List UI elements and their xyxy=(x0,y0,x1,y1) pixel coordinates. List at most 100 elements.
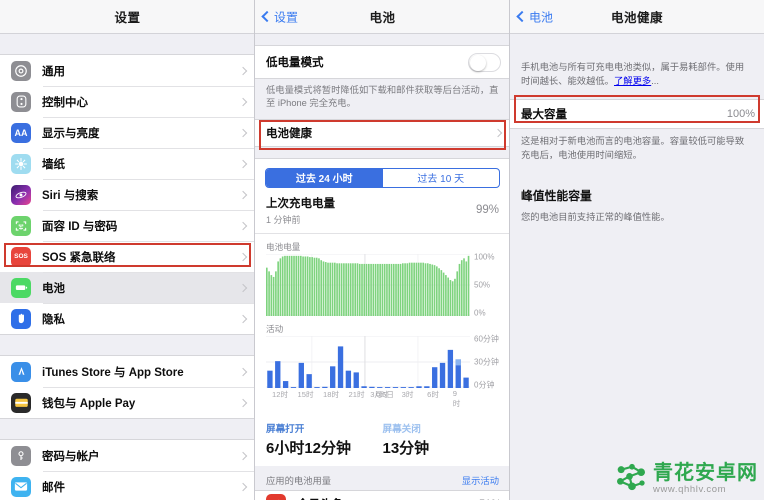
chevron-right-icon xyxy=(238,283,248,292)
apps-list: 头条 今日头条 51% xyxy=(255,489,510,500)
tab-last-10-days[interactable]: 过去 10 天 xyxy=(383,169,500,187)
sidebar-item-privacy[interactable]: 隐私 xyxy=(0,303,255,334)
show-activity-button[interactable]: 显示活动 xyxy=(462,473,499,487)
sidebar-item-label: 控制中心 xyxy=(42,96,88,109)
sidebar-item-label: 显示与亮度 xyxy=(42,127,100,140)
chevron-right-icon xyxy=(238,451,248,460)
page-title: 设置 xyxy=(114,11,141,25)
battery-health-navbar: 电池 电池健康 xyxy=(510,0,764,34)
y-tick: 100% xyxy=(474,252,495,262)
spacer xyxy=(255,146,510,158)
sidebar-item-itunes-app-store[interactable]: iTunes Store 与 App Store xyxy=(0,356,255,387)
mail-icon xyxy=(11,476,31,497)
chevron-right-icon xyxy=(238,128,248,137)
max-capacity-group: 最大容量 100% xyxy=(510,98,764,129)
low-power-mode-note: 低电量模式将暂时降低如下载和邮件获取等后台活动，直至 iPhone 完全充电。 xyxy=(255,79,510,119)
activity-svg xyxy=(266,335,470,388)
sidebar-item-face-id-passcode[interactable]: 面容 ID 与密码 xyxy=(0,210,255,241)
sidebar-item-general[interactable]: 通用 xyxy=(0,55,255,86)
sidebar-item-wallet-apple-pay[interactable]: 钱包与 Apple Pay xyxy=(0,387,255,418)
battery-health-label: 电池健康 xyxy=(266,127,312,140)
spacer xyxy=(0,335,255,355)
sidebar-item-display-brightness[interactable]: AA 显示与亮度 xyxy=(0,117,255,148)
learn-more-link[interactable]: 了解更多 xyxy=(614,76,651,86)
toutiao-icon: 头条 xyxy=(266,493,286,500)
sidebar-item-mail[interactable]: 邮件 xyxy=(0,471,255,500)
app-store-icon xyxy=(11,361,31,382)
chevron-right-icon xyxy=(238,97,248,106)
settings-group-3: 密码与帐户 邮件 通讯录 日历 xyxy=(0,439,255,500)
wallpaper-icon xyxy=(11,153,31,174)
chevron-right-icon xyxy=(238,482,248,491)
wallet-icon xyxy=(11,392,31,413)
list-item[interactable]: 头条 今日头条 51% xyxy=(255,490,510,500)
chevron-right-icon xyxy=(238,398,248,407)
battery-level-svg xyxy=(266,253,470,316)
spacer xyxy=(0,34,255,54)
sidebar-item-battery[interactable]: 电池 xyxy=(0,272,255,303)
sidebar-item-label: iTunes Store 与 App Store xyxy=(42,366,184,379)
battery-level-chart: 电池电量 100% 50% 0% xyxy=(255,233,510,317)
screen-on-label: 屏幕打开 xyxy=(266,423,305,435)
low-power-mode-toggle[interactable] xyxy=(468,52,501,72)
watermark-url: www.qhhlv.com xyxy=(653,483,727,495)
page-title: 电池 xyxy=(369,11,396,25)
activity-date-label: 3月6日 xyxy=(370,389,394,399)
battery-level-y-axis: 100% 50% 0% xyxy=(472,252,508,318)
sidebar-item-label: 面容 ID 与密码 xyxy=(42,220,118,233)
x-tick: 15时 xyxy=(297,389,314,399)
sidebar-item-wallpaper[interactable]: 墙纸 xyxy=(0,148,255,179)
qhhlv-logo-icon xyxy=(617,464,645,491)
y-tick: 60分钟 xyxy=(474,334,499,344)
battery-health-row[interactable]: 电池健康 xyxy=(255,119,510,146)
sos-icon: SOS xyxy=(11,246,31,267)
back-button[interactable]: 设置 xyxy=(261,8,299,25)
settings-group-2: iTunes Store 与 App Store 钱包与 Apple Pay xyxy=(0,355,255,419)
back-button-label: 设置 xyxy=(274,10,299,24)
battery-navbar: 设置 电池 xyxy=(255,0,510,34)
battery-health-group: 电池健康 xyxy=(255,118,510,147)
tab-last-24-hours[interactable]: 过去 24 小时 xyxy=(266,168,383,187)
sidebar-item-passwords-accounts[interactable]: 密码与帐户 xyxy=(0,440,255,471)
sidebar-item-label: 邮件 xyxy=(42,481,65,494)
y-tick: 0% xyxy=(474,308,486,318)
chevron-right-icon xyxy=(238,190,248,199)
sidebar-item-label: 墙纸 xyxy=(42,158,65,171)
activity-plot: 60分钟 30分钟 0分钟 xyxy=(266,334,499,389)
low-power-mode-row[interactable]: 低电量模式 xyxy=(255,46,510,78)
last-charge-row: 上次充电电量 1 分钟前 99% xyxy=(255,191,510,234)
sidebar-item-siri-search[interactable]: Siri 与搜索 xyxy=(0,179,255,210)
battery-usage-card: 过去 24 小时 过去 10 天 上次充电电量 1 分钟前 99% 电池电量 1… xyxy=(255,157,510,466)
x-tick: 21时 xyxy=(348,389,365,399)
chevron-right-icon xyxy=(493,128,503,138)
settings-group-1: 通用 控制中心 AA 显示与亮度 墙纸 Siri 与搜索 面容 ID 与密码 S… xyxy=(0,54,255,335)
intro-ellipsis: ... xyxy=(651,75,659,86)
sidebar-item-sos[interactable]: SOS SOS 紧急联络 xyxy=(0,241,255,272)
chevron-right-icon xyxy=(238,221,248,230)
chevron-right-icon xyxy=(238,66,248,75)
app-name: 今日头条 xyxy=(297,496,479,500)
activity-x-axis: 12时 15时 18时 21时 0时 3时 6时 9时 3月6日 xyxy=(266,389,470,408)
panel-settings: 设置 通用 控制中心 AA 显示与亮度 墙纸 Siri 与搜索 面容 ID 与密… xyxy=(0,0,255,500)
sidebar-item-label: 电池 xyxy=(42,282,65,295)
activity-chart: 活动 60分钟 30分钟 0分钟 12时 15时 18时 21时 0时 3时 6时 9时 3月6… xyxy=(255,315,510,412)
privacy-hand-icon xyxy=(11,308,31,329)
panel-battery: 设置 电池 低电量模式 低电量模式将暂时降低如下载和邮件获取等后台活动，直至 i… xyxy=(255,0,510,500)
sidebar-item-label: 通用 xyxy=(42,65,65,78)
chevron-left-icon xyxy=(516,10,528,23)
last-charge-subtitle: 1 分钟前 xyxy=(266,214,301,225)
key-icon xyxy=(11,445,31,466)
battery-level-plot: 100% 50% 0% xyxy=(266,252,494,317)
settings-navbar: 设置 xyxy=(0,0,255,34)
x-tick: 9时 xyxy=(452,388,461,408)
peak-performance-note: 您的电池目前支持正常的峰值性能。 xyxy=(510,208,764,231)
last-charge-title: 上次充电电量 xyxy=(266,197,335,210)
panel-divider xyxy=(509,0,510,500)
sidebar-item-control-center[interactable]: 控制中心 xyxy=(0,86,255,117)
page-title: 电池健康 xyxy=(610,11,663,25)
apps-header-label: 应用的电池用量 xyxy=(266,475,332,486)
max-capacity-label: 最大容量 xyxy=(521,108,567,121)
screen-off-block: 屏幕关闭 13分钟 xyxy=(383,421,500,458)
sidebar-item-label: Siri 与搜索 xyxy=(42,189,99,202)
back-button[interactable]: 电池 xyxy=(516,8,553,25)
